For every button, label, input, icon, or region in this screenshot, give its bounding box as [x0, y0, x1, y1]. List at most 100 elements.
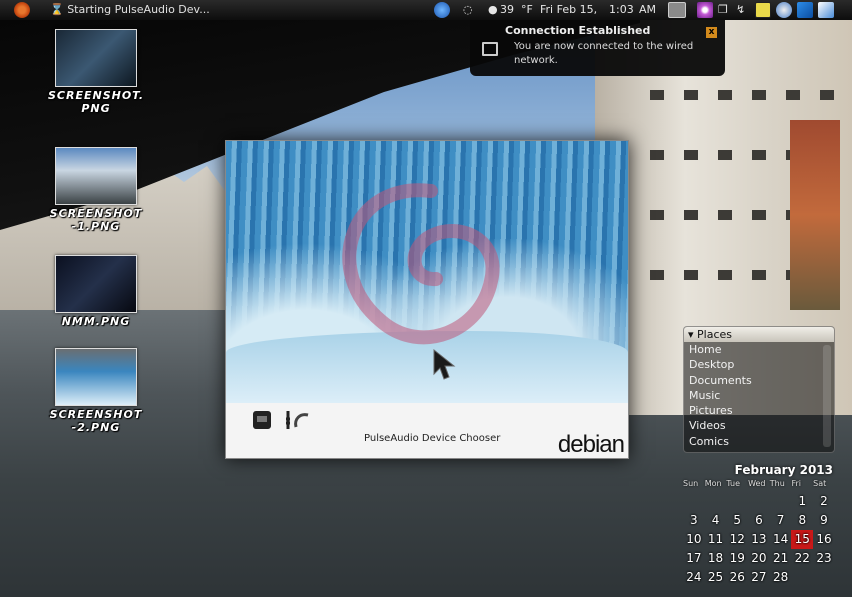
places-item-music[interactable]: Music: [684, 388, 834, 403]
file-thumbnail: [55, 147, 137, 205]
notification-title: Connection Established: [505, 24, 651, 37]
calendar-day: [726, 492, 748, 511]
taskbar-item[interactable]: ⌛ Starting PulseAudio Dev...: [50, 3, 210, 16]
sound-card-icon: [253, 411, 271, 429]
weekday-label: Mon: [704, 479, 722, 488]
notification-body: You are now connected to the wired netwo…: [514, 41, 694, 66]
file-thumbnail: [55, 29, 137, 87]
places-item-comics[interactable]: Comics: [684, 434, 834, 449]
weekday-label: Wed: [748, 479, 766, 488]
calendar-day[interactable]: 23: [813, 549, 835, 568]
places-scrollbar[interactable]: [823, 345, 831, 447]
weather-icon[interactable]: ●: [488, 3, 498, 16]
calendar-day[interactable]: 22: [791, 549, 813, 568]
mail-icon[interactable]: [797, 2, 813, 18]
window-list-icon[interactable]: ❐: [718, 3, 728, 16]
weekday-label: Sat: [813, 479, 827, 488]
calendar-widget: February 2013 Sun Mon Tue Wed Thu Fri Sa…: [683, 463, 835, 587]
clock-ampm[interactable]: AM: [639, 3, 656, 16]
calendar-day: [791, 568, 813, 587]
calendar-day[interactable]: 26: [726, 568, 748, 587]
file-label: SCREENSHOT -1.PNG: [49, 207, 143, 233]
file-thumbnail: [55, 348, 137, 406]
calendar-day-today[interactable]: 15: [791, 530, 814, 549]
calendar-day[interactable]: 28: [770, 568, 792, 587]
debian-logo-text: debian: [557, 431, 625, 458]
desktop-file-nmm[interactable]: NMM.PNG: [41, 255, 151, 328]
speaker-icon[interactable]: ◌: [463, 3, 473, 16]
calendar-day: [748, 492, 770, 511]
calendar-day[interactable]: 3: [683, 511, 705, 530]
calendar-day[interactable]: 27: [748, 568, 770, 587]
updates-icon[interactable]: [818, 2, 834, 18]
calendar-day-grid: 1 2 3 4 5 6 7 8 9 10 11 12 13 14 15 16 17 18 19 20 21 22 23 24 2…: [683, 492, 835, 587]
desktop-file-screenshot[interactable]: SCREENSHOT. PNG: [41, 29, 151, 115]
calendar-day: [813, 568, 835, 587]
calendar-day[interactable]: 5: [726, 511, 748, 530]
window-caption: PulseAudio Device Chooser: [364, 433, 501, 444]
connection-notification[interactable]: Connection Established You are now conne…: [470, 20, 725, 76]
calendar-day[interactable]: 2: [813, 492, 835, 511]
calendar-day[interactable]: 14: [770, 530, 792, 549]
weekday-label: Fri: [791, 479, 801, 488]
notes-icon[interactable]: [755, 2, 771, 18]
calendar-day[interactable]: 12: [726, 530, 748, 549]
calendar-day[interactable]: 19: [726, 549, 748, 568]
weekday-label: Thu: [769, 479, 785, 488]
mouse-cursor-icon: [433, 348, 456, 380]
calendar-day[interactable]: 9: [813, 511, 835, 530]
desktop-file-screenshot-1[interactable]: SCREENSHOT -1.PNG: [41, 147, 151, 233]
pulseaudio-device-chooser-window: PulseAudio Device Chooser debian: [225, 140, 629, 459]
file-label: SCREENSHOT. PNG: [48, 89, 144, 115]
settings-gear-icon[interactable]: [697, 2, 713, 18]
calendar-day[interactable]: 18: [705, 549, 727, 568]
calendar-day: [705, 492, 727, 511]
file-label: SCREENSHOT -2.PNG: [49, 408, 143, 434]
desktop-file-screenshot-2[interactable]: SCREENSHOT -2.PNG: [41, 348, 151, 434]
clock-date[interactable]: Fri Feb 15,: [540, 3, 597, 16]
power-plug-icon[interactable]: ↯: [736, 3, 745, 16]
calendar-day[interactable]: 4: [705, 511, 727, 530]
weekday-label: Tue: [726, 479, 741, 488]
network-globe-icon[interactable]: [434, 2, 450, 18]
temperature-unit: °F: [521, 3, 533, 16]
task-label: Starting PulseAudio Dev...: [67, 3, 210, 16]
calendar-day[interactable]: 13: [748, 530, 770, 549]
task-spinner-icon: ⌛: [50, 3, 64, 16]
calendar-day[interactable]: 8: [791, 511, 813, 530]
calendar-weekday-row: Sun Mon Tue Wed Thu Fri Sat: [683, 479, 835, 488]
calendar-day[interactable]: 24: [683, 568, 705, 587]
calendar-day[interactable]: 6: [748, 511, 770, 530]
top-panel: ⌛ Starting PulseAudio Dev... ◌ ● 39 °F F…: [0, 0, 852, 20]
calendar-day[interactable]: 16: [813, 530, 835, 549]
clock-time[interactable]: 1:03: [609, 3, 634, 16]
network-wired-icon: [482, 42, 498, 56]
places-item-desktop[interactable]: Desktop: [684, 357, 834, 372]
calendar-day: [683, 492, 705, 511]
debian-swirl-icon: [342, 183, 500, 345]
places-header[interactable]: ▾ Places: [684, 327, 834, 342]
ubuntu-menu-icon[interactable]: [14, 2, 30, 18]
calendar-day[interactable]: 17: [683, 549, 705, 568]
calendar-day[interactable]: 1: [791, 492, 813, 511]
places-item-home[interactable]: Home: [684, 342, 834, 357]
audio-cable-icon: [286, 411, 309, 429]
calendar-day[interactable]: 11: [705, 530, 727, 549]
calendar-day[interactable]: 25: [705, 568, 727, 587]
calendar-day[interactable]: 10: [683, 530, 705, 549]
places-item-videos[interactable]: Videos: [684, 418, 834, 433]
weekday-label: Sun: [683, 479, 699, 488]
calendar-month-label: February 2013: [734, 463, 833, 477]
wallpaper-window-row: [650, 90, 840, 100]
file-thumbnail: [55, 255, 137, 313]
places-widget: ▾ Places Home Desktop Documents Music Pi…: [683, 326, 835, 453]
calendar-day[interactable]: 20: [748, 549, 770, 568]
places-item-pictures[interactable]: Pictures: [684, 403, 834, 418]
calendar-day[interactable]: 21: [770, 549, 792, 568]
calendar-day: [770, 492, 792, 511]
browser-icon[interactable]: [776, 2, 792, 18]
notification-close-button[interactable]: x: [706, 27, 717, 38]
places-item-documents[interactable]: Documents: [684, 373, 834, 388]
display-icon[interactable]: [668, 2, 686, 18]
calendar-day[interactable]: 7: [770, 511, 792, 530]
